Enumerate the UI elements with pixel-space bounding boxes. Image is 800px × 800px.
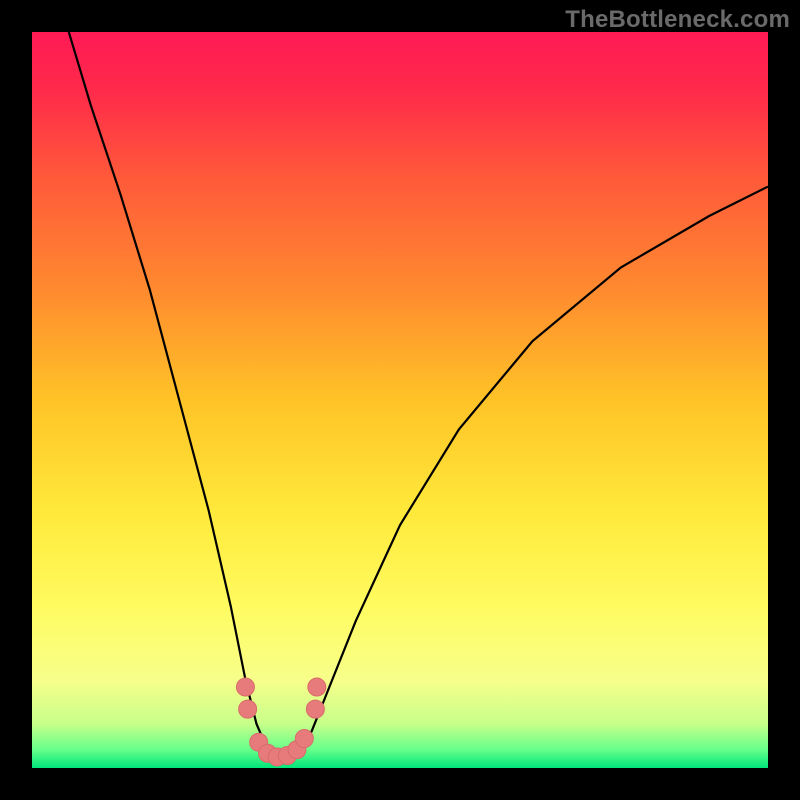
- marker-point: [236, 678, 254, 696]
- bottleneck-chart: [32, 32, 768, 768]
- plot-area: [32, 32, 768, 768]
- gradient-background: [32, 32, 768, 768]
- outer-frame: TheBottleneck.com: [0, 0, 800, 800]
- marker-point: [295, 730, 313, 748]
- marker-point: [239, 700, 257, 718]
- marker-point: [306, 700, 324, 718]
- watermark-text: TheBottleneck.com: [565, 6, 790, 34]
- marker-point: [308, 678, 326, 696]
